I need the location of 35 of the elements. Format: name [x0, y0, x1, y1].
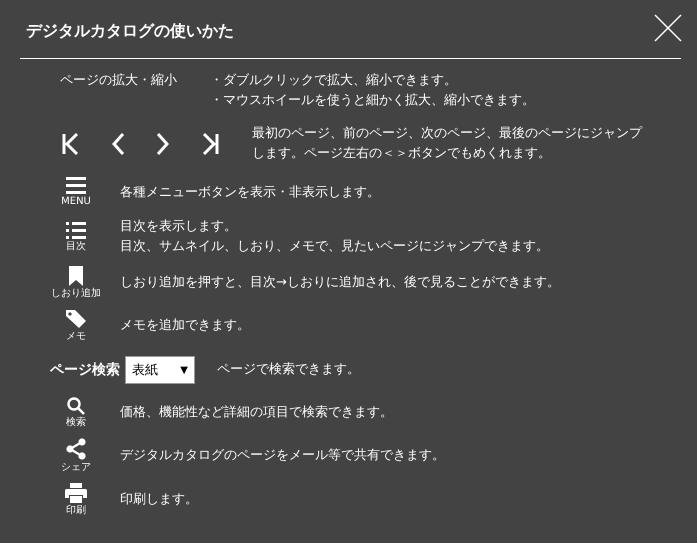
description-text: ページで検索できます。 — [217, 361, 360, 379]
first-page-icon — [62, 133, 79, 155]
icon-caption: メモ — [66, 331, 86, 343]
description-text: 価格、機能性など詳細の項目で検索できます。 — [120, 404, 393, 422]
description-text: 印刷します。 — [120, 491, 198, 509]
printer-icon — [65, 483, 87, 503]
bookmark-icon — [69, 266, 83, 286]
description-text: ・ダブルクリックで拡大、縮小できます。 — [210, 72, 458, 90]
tag-icon — [65, 309, 87, 329]
list-icon — [66, 222, 86, 238]
icon-caption: 検索 — [66, 417, 86, 429]
feature-label: ページの拡大・縮小 — [60, 72, 178, 90]
page-select[interactable]: 表紙 ▼ — [125, 356, 195, 384]
description-text: 各種メニューボタンを表示・非表示します。 — [120, 184, 380, 202]
description-text: 目次、サムネイル、しおり、メモで、見たいページにジャンプできます。 — [120, 238, 549, 256]
icon-caption: 印刷 — [66, 505, 86, 517]
description-text: ・マウスホイールを使うと細かく拡大、縮小できます。 — [210, 92, 535, 110]
close-button[interactable] — [653, 13, 683, 43]
icon-caption: 目次 — [66, 240, 86, 252]
description-text: 目次を表示します。 — [120, 218, 238, 236]
icon-caption: MENU — [61, 196, 91, 208]
icon-caption: しおり追加 — [51, 288, 101, 300]
next-page-icon — [157, 133, 169, 155]
description-text: 最初のページ、前のページ、次のページ、最後のページにジャンプします。ページ左右の＜＞ボタンでもめくれます。 — [252, 125, 644, 163]
menu-icon — [66, 177, 86, 194]
feature-label: ページ検索 — [50, 361, 120, 379]
search-icon — [67, 397, 85, 415]
share-icon — [66, 438, 86, 460]
description-text: デジタルカタログのページをメール等で共有できます。 — [120, 447, 445, 465]
last-page-icon — [202, 133, 219, 155]
description-text: メモを追加できます。 — [120, 317, 250, 335]
window-title: デジタルカタログの使いかた — [26, 20, 234, 42]
previous-page-icon — [112, 133, 124, 155]
icon-caption: シェア — [61, 462, 91, 474]
description-text: しおり追加を押すと、目次→しおりに追加され、後で見ることができます。 — [120, 274, 560, 292]
